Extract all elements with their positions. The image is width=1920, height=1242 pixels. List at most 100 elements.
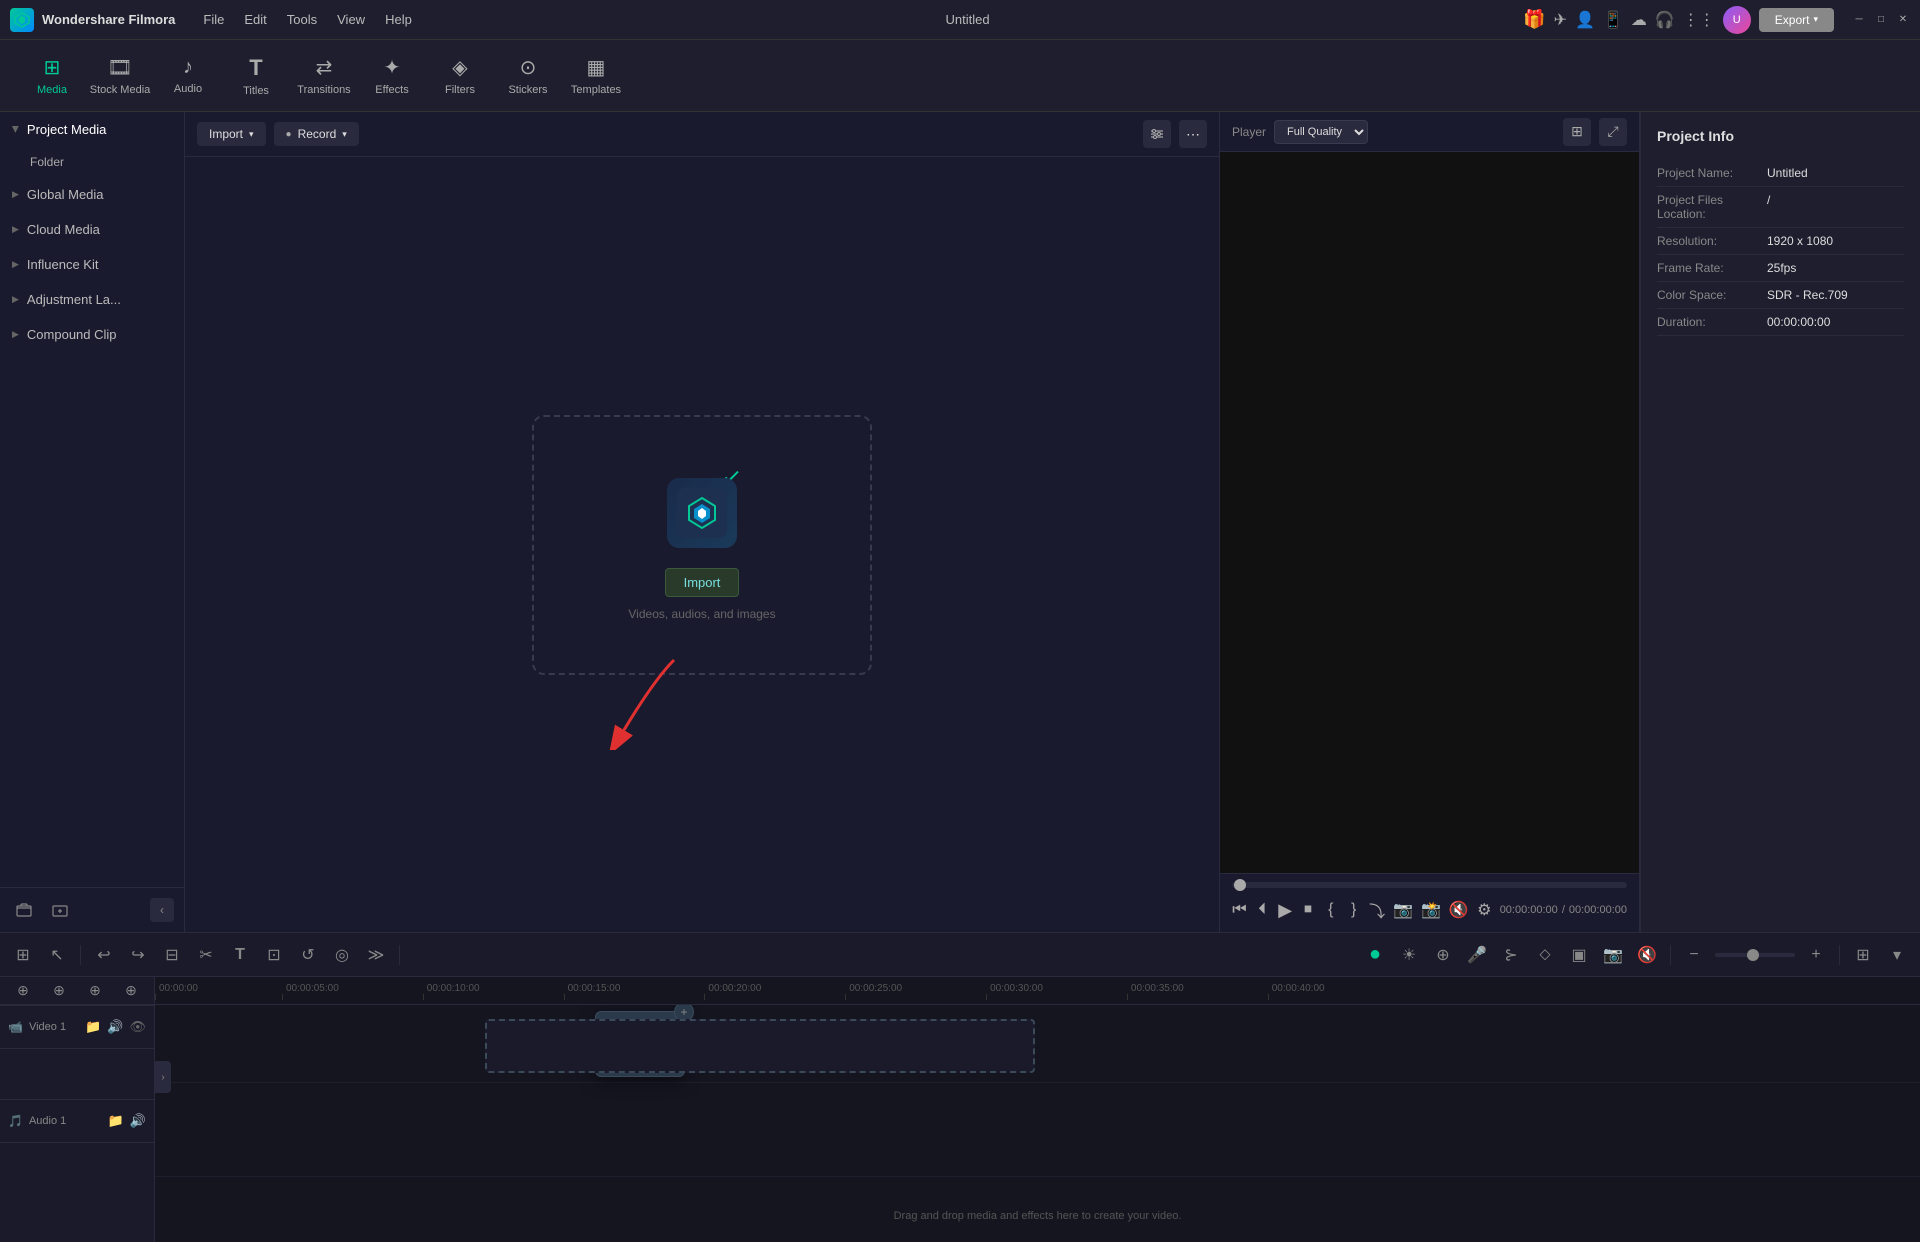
mark-in-button[interactable]: { — [1323, 896, 1338, 924]
tl-screen-button[interactable]: ▣ — [1564, 940, 1594, 970]
tl-text-button[interactable]: T — [225, 940, 255, 970]
phone-icon[interactable]: 📱 — [1603, 10, 1623, 30]
settings-button[interactable]: ⚙ — [1477, 896, 1492, 924]
add-track4-button[interactable]: ⊕ — [116, 977, 146, 1006]
import-button[interactable]: Import ▾ — [197, 122, 266, 146]
step-back-button[interactable]: ⏮ — [1232, 896, 1247, 924]
info-value-colorspace: SDR - Rec.709 — [1767, 288, 1848, 302]
grid-icon[interactable]: ⋮⋮ — [1683, 10, 1715, 30]
sidebar-item-compound-clip[interactable]: ▶ Compound Clip — [0, 317, 184, 352]
progress-bar[interactable] — [1232, 882, 1627, 888]
frame-back-button[interactable]: ⏴ — [1255, 896, 1270, 924]
ruler-mark-20: 00:00:20:00 — [704, 983, 765, 1000]
sidebar-collapse-button[interactable]: ‹ — [150, 898, 174, 922]
info-label-resolution: Resolution: — [1657, 234, 1767, 248]
menu-edit[interactable]: Edit — [244, 12, 266, 27]
sidebar-item-folder[interactable]: Folder — [0, 147, 184, 177]
video-eye-icon[interactable]: 👁 — [129, 1019, 146, 1035]
tool-transitions[interactable]: ⇄ Transitions — [292, 44, 356, 108]
add-track2-button[interactable]: ⊕ — [44, 977, 74, 1006]
tl-more-button[interactable]: ≫ — [361, 940, 391, 970]
tool-media[interactable]: ⊞ Media — [20, 44, 84, 108]
sidebar-item-cloud-media[interactable]: ▶ Cloud Media — [0, 212, 184, 247]
audio-mute-button[interactable]: 🔇 — [1449, 896, 1469, 924]
tl-pointer-button[interactable]: ↖ — [42, 940, 72, 970]
insert-button[interactable]: ⤵ — [1369, 896, 1385, 924]
track-collapse-button[interactable]: › — [155, 1061, 171, 1093]
user-avatar[interactable]: U — [1723, 6, 1751, 34]
filter-icon[interactable] — [1143, 120, 1171, 148]
video-volume-icon[interactable]: 🔊 — [107, 1019, 123, 1035]
sidebar-item-influence-kit[interactable]: ▶ Influence Kit — [0, 247, 184, 282]
sidebar-item-global-media[interactable]: ▶ Global Media — [0, 177, 184, 212]
tl-shield-button[interactable]: ⊕ — [1428, 940, 1458, 970]
expand-view-button[interactable]: ⤢ — [1599, 118, 1627, 146]
grid-view-button[interactable]: ⊞ — [1563, 118, 1591, 146]
gift-icon[interactable]: 🎁 — [1523, 9, 1545, 30]
tl-trim-button[interactable]: ⊱ — [1496, 940, 1526, 970]
tool-templates[interactable]: ▦ Templates — [564, 44, 628, 108]
share-icon[interactable]: ✈ — [1554, 10, 1567, 30]
zoom-out-button[interactable]: − — [1679, 940, 1709, 970]
sidebar-item-adjustment-layer[interactable]: ▶ Adjustment La... — [0, 282, 184, 317]
tl-motion-button[interactable]: ↺ — [293, 940, 323, 970]
tl-color-button[interactable]: ◎ — [327, 940, 357, 970]
add-track-button[interactable]: ⊕ — [8, 977, 38, 1006]
mark-out-button[interactable]: } — [1346, 896, 1361, 924]
sidebar-item-project-media[interactable]: ▶ Project Media — [0, 112, 184, 147]
quality-select[interactable]: Full Quality1/2 Quality1/4 Quality — [1274, 120, 1368, 144]
audio-volume-icon[interactable]: 🔊 — [130, 1113, 146, 1129]
tool-effects[interactable]: ✦ Effects — [360, 44, 424, 108]
add-track3-button[interactable]: ⊕ — [80, 977, 110, 1006]
import-media-button[interactable]: Import — [665, 568, 740, 597]
zoom-slider[interactable] — [1715, 953, 1795, 957]
tl-layout-button[interactable]: ⊞ — [1848, 940, 1878, 970]
tl-keyframe-button[interactable]: ⬦ — [1530, 940, 1560, 970]
tool-stock-media[interactable]: 🎞 Stock Media — [88, 44, 152, 108]
stop-button[interactable]: ⏹ — [1301, 896, 1316, 924]
tl-delete-button[interactable]: ⊟ — [157, 940, 187, 970]
export-button[interactable]: Media Export ▾ — [1759, 8, 1834, 32]
ruler-mark-10: 00:00:10:00 — [423, 983, 484, 1000]
tl-cut-button[interactable]: ✂ — [191, 940, 221, 970]
screen-capture-button[interactable]: 📷 — [1393, 896, 1413, 924]
maximize-button[interactable]: □ — [1874, 13, 1888, 27]
tool-filters[interactable]: ◈ Filters — [428, 44, 492, 108]
menu-file[interactable]: File — [203, 12, 224, 27]
play-button[interactable]: ▶ — [1278, 896, 1293, 924]
tl-mute-button[interactable]: 🔇 — [1632, 940, 1662, 970]
close-button[interactable]: ✕ — [1896, 13, 1910, 27]
tool-titles[interactable]: T Titles — [224, 44, 288, 108]
tl-camera-button[interactable]: 📷 — [1598, 940, 1628, 970]
add-item-button[interactable] — [46, 896, 74, 924]
more-options-button[interactable]: ⋯ — [1179, 120, 1207, 148]
tool-stickers[interactable]: ⊙ Stickers — [496, 44, 560, 108]
tl-settings-button[interactable]: ▾ — [1882, 940, 1912, 970]
add-folder-button[interactable] — [10, 896, 38, 924]
menu-help[interactable]: Help — [385, 12, 412, 27]
menu-tools[interactable]: Tools — [287, 12, 317, 27]
red-arrow-decoration — [594, 650, 714, 753]
tl-mic-button[interactable]: 🎤 — [1462, 940, 1492, 970]
tl-undo-button[interactable]: ↩ — [89, 940, 119, 970]
tool-audio[interactable]: ♪ Audio — [156, 44, 220, 108]
headset-icon[interactable]: 🎧 — [1655, 10, 1675, 30]
tl-redo-button[interactable]: ↪ — [123, 940, 153, 970]
account-icon[interactable]: 👤 — [1575, 10, 1595, 30]
cloud-icon[interactable]: ☁ — [1631, 10, 1647, 30]
camera-button[interactable]: 📸 — [1421, 896, 1441, 924]
import-dropzone[interactable]: ↙ Import Videos, audios, and images — [532, 415, 872, 675]
record-button[interactable]: ● Record ▾ — [274, 122, 359, 146]
timeline-clips-area[interactable]: 🖼 + Drag and drop media and effects here… — [155, 1005, 1920, 1242]
menu-view[interactable]: View — [337, 12, 365, 27]
tl-sun-button[interactable]: ☀ — [1394, 940, 1424, 970]
zoom-in-button[interactable]: + — [1801, 940, 1831, 970]
video-folder-icon[interactable]: 📁 — [85, 1019, 101, 1035]
clip-dropzone[interactable] — [485, 1019, 1035, 1073]
tl-green-circle-button[interactable]: ● — [1360, 940, 1390, 970]
tl-crop-button[interactable]: ⊡ — [259, 940, 289, 970]
audio-folder-icon[interactable]: 📁 — [108, 1113, 124, 1129]
tl-separator-1 — [80, 945, 81, 965]
minimize-button[interactable]: ─ — [1852, 13, 1866, 27]
tl-select-button[interactable]: ⊞ — [8, 940, 38, 970]
